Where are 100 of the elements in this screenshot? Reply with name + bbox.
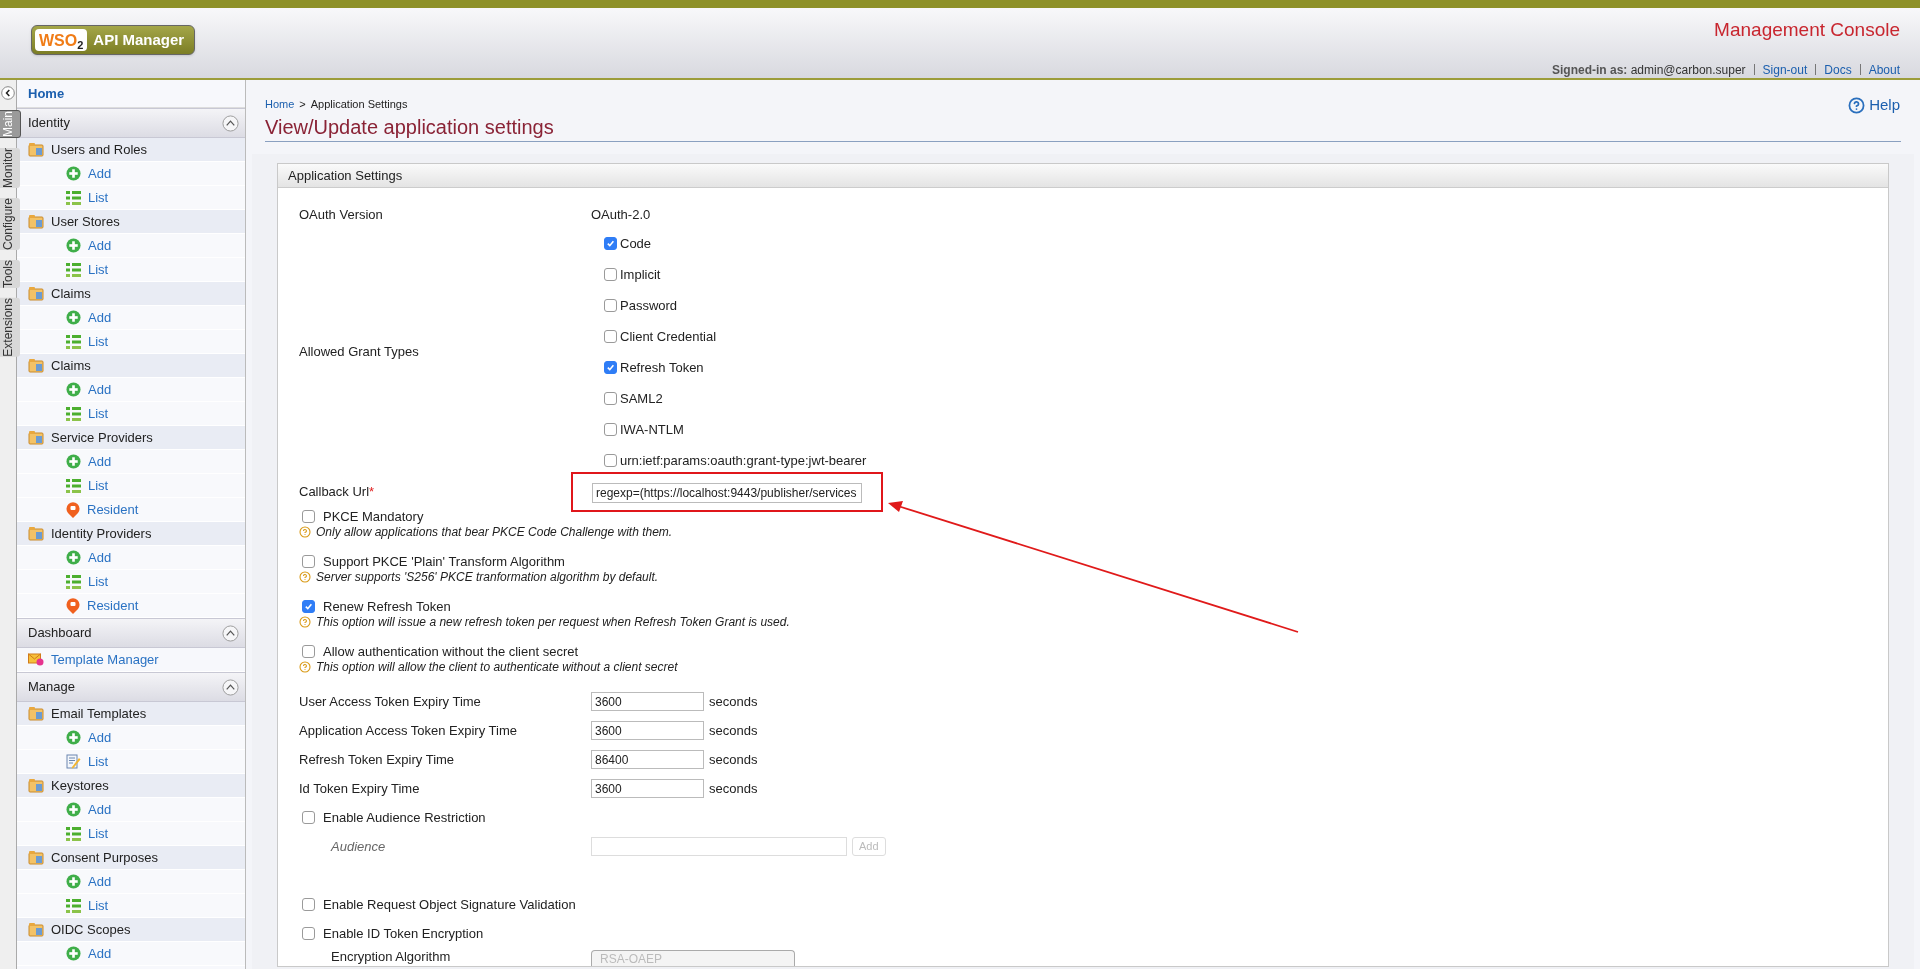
help-icon [299,525,311,538]
expiry-field[interactable]: 3600 [591,692,704,711]
checkbox[interactable] [302,898,315,911]
menu-link[interactable]: List [88,331,109,352]
checkbox-label: PKCE Mandatory [323,507,424,526]
menu-link[interactable]: Add [88,379,112,400]
field-label: Allowed Grant Types [299,343,420,362]
menu-link[interactable]: Add [88,235,112,256]
menu-group-label: Service Providers [51,428,153,447]
section-header[interactable]: Dashboard [17,618,245,648]
checkbox[interactable] [604,423,617,436]
folder-icon [28,922,44,937]
folder-icon [28,706,44,721]
list-icon [66,898,81,913]
checkbox[interactable] [604,454,617,467]
checkbox-label: Enable ID Token Encryption [323,924,484,943]
breadcrumb-link[interactable]: Home [265,96,295,113]
menu-group-label: Users and Roles [51,140,148,159]
menu-link[interactable]: List [88,187,109,208]
callback-url-field[interactable]: regexp=(https://localhost:9443/publisher/services [592,482,862,503]
help-link[interactable]: Help [1869,94,1900,117]
side-tab[interactable]: Monitor [0,148,20,189]
menu-link[interactable]: List [88,475,109,496]
field-label: Refresh Token Expiry Time [299,750,456,769]
side-tab[interactable]: Tools [0,260,20,289]
menu-link[interactable]: Add [88,871,112,892]
checkbox[interactable] [302,927,315,940]
menu-link[interactable]: Add [88,547,112,568]
checkbox[interactable] [604,299,617,312]
menu-link[interactable]: List [88,823,109,844]
section-header[interactable]: Manage [17,672,245,702]
unit-label: seconds [709,692,758,711]
header-link[interactable]: Sign-out [1762,60,1808,79]
menu-link[interactable]: Add [88,943,112,964]
expiry-field[interactable]: 3600 [591,721,704,740]
breadcrumb-current: Application Settings [310,97,408,112]
menu-link[interactable]: Add [88,307,112,328]
checkbox[interactable] [604,330,617,343]
menu-link[interactable]: Resident [87,499,139,520]
menu-link[interactable]: Add [88,451,112,472]
expiry-field[interactable]: 86400 [591,750,704,769]
unit-label: seconds [709,721,758,740]
menu-link[interactable]: List [88,403,109,424]
checkbox[interactable] [604,361,617,374]
checkbox-label: Client Credential [620,327,717,346]
help-icon[interactable] [1848,96,1866,114]
menu-link[interactable]: Template Manager [51,649,159,670]
folder-icon [28,430,44,445]
side-tab[interactable]: Configure [0,198,20,251]
checkbox[interactable] [302,811,315,824]
list-icon [66,574,81,589]
checkbox[interactable] [604,237,617,250]
checkbox-label: Implicit [620,265,661,284]
envelope-icon [28,652,44,667]
menu-link[interactable]: Add [88,799,112,820]
section-header[interactable]: Identity [17,108,245,138]
unit-label: seconds [709,779,758,798]
panel-header: Application Settings [278,164,1888,188]
checkbox-label: Refresh Token [620,358,704,377]
plus-icon [66,238,81,253]
list-icon [66,406,81,421]
plus-icon [66,874,81,889]
home-link[interactable]: Home [28,83,65,104]
menu-link[interactable]: List [88,751,109,772]
console-title: Management Console [1714,18,1900,42]
menu-link[interactable]: Add [88,163,112,184]
menu-link[interactable]: Add [88,727,112,748]
menu-group-label: Keystores [51,776,109,795]
menu-link[interactable]: List [88,259,109,280]
checkbox[interactable] [302,645,315,658]
hint-text: Only allow applications that bear PKCE Code Challenge with them. [316,524,673,541]
menu-group-label: Consent Purposes [51,848,158,867]
menu-link[interactable]: List [88,895,109,916]
page-title: View/Update application settings [265,115,554,140]
header-link[interactable]: Docs [1824,60,1852,79]
menu-group-label: Claims [51,356,91,375]
checkbox-label: Password [620,296,678,315]
plus-icon [66,166,81,181]
field-value: OAuth-2.0 [591,206,651,225]
checkbox[interactable] [604,268,617,281]
header-link[interactable]: About [1868,60,1900,79]
menu-link[interactable]: List [88,571,109,592]
pin-icon [66,597,80,614]
plus-icon [66,382,81,397]
side-tab[interactable]: Extensions [0,298,20,357]
side-tab[interactable]: Main [0,110,21,138]
breadcrumb-separator: > [299,97,306,112]
menu-link[interactable]: Resident [87,595,139,616]
checkbox[interactable] [302,600,315,613]
plus-icon [66,730,81,745]
checkbox-label: Enable Request Object Signature Validation [323,895,576,914]
edit-icon [66,754,81,769]
checkbox[interactable] [604,392,617,405]
unit-label: seconds [709,750,758,769]
hint-text: This option will allow the client to authenticate without a client secret [316,658,678,676]
expiry-field[interactable]: 3600 [591,779,704,798]
list-icon [66,478,81,493]
collapse-icon[interactable] [1,86,15,100]
checkbox[interactable] [302,555,315,568]
checkbox[interactable] [302,510,315,523]
